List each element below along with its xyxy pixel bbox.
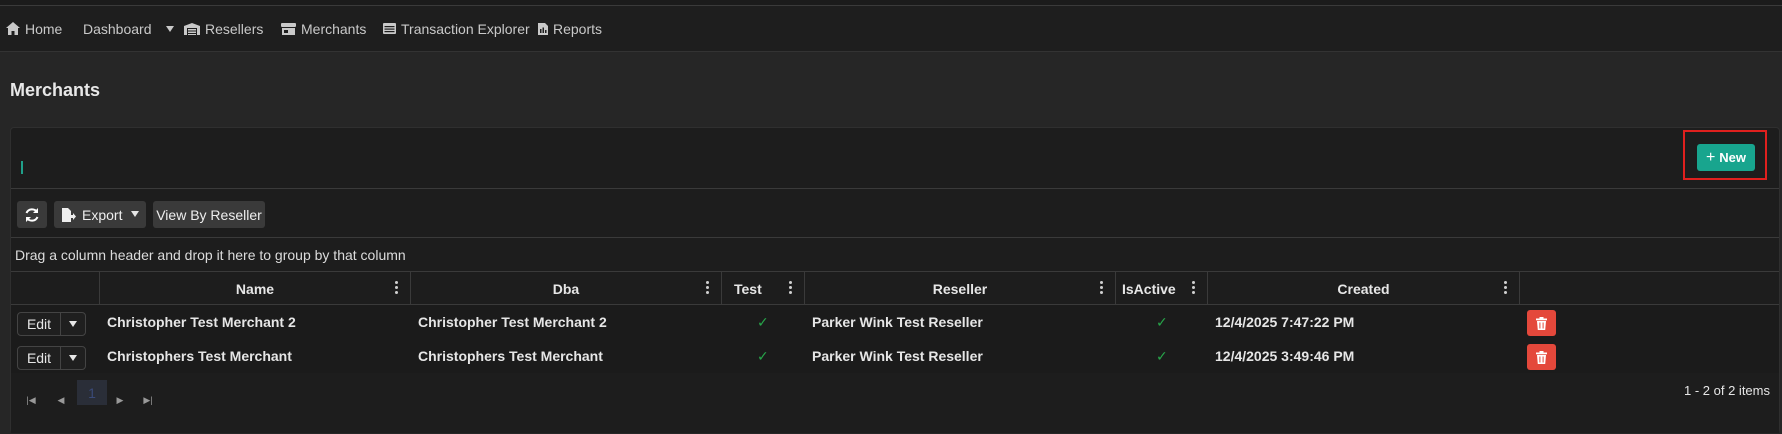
- edit-button[interactable]: Edit: [18, 313, 61, 335]
- store-icon: [281, 22, 296, 35]
- cell-name: Christophers Test Merchant: [107, 348, 292, 364]
- cell-reseller: Parker Wink Test Reseller: [812, 348, 983, 364]
- cell-created: 12/4/2025 7:47:22 PM: [1215, 314, 1355, 330]
- last-page-icon[interactable]: ▶|: [138, 390, 158, 410]
- text-cursor: [21, 161, 23, 174]
- nav-dashboard[interactable]: Dashboard: [83, 6, 174, 51]
- export-label: Export: [82, 206, 123, 223]
- chevron-down-icon[interactable]: [61, 347, 85, 369]
- column-header-dba-label: Dba: [552, 280, 580, 297]
- cell-dba: Christopher Test Merchant 2: [418, 314, 607, 330]
- column-header-actions: [1519, 272, 1779, 305]
- export-button[interactable]: Export: [54, 201, 146, 228]
- nav-reports[interactable]: Reports: [538, 6, 602, 51]
- nav-merchants-label: Merchants: [301, 20, 367, 37]
- check-icon: ✓: [1156, 313, 1168, 330]
- first-page-icon[interactable]: |◀: [21, 390, 41, 410]
- check-icon: ✓: [757, 347, 769, 364]
- column-menu-icon[interactable]: [1191, 280, 1195, 296]
- column-header-reseller-label: Reseller: [932, 280, 988, 297]
- table-row: Edit Christophers Test Merchant Christop…: [11, 339, 1779, 373]
- column-header-name-label: Name: [235, 280, 275, 297]
- new-button-label: New: [1719, 150, 1747, 165]
- column-menu-icon[interactable]: [705, 280, 709, 296]
- nav-transaction-explorer-label: Transaction Explorer: [401, 20, 530, 37]
- grid-header: Name Dba Test Reseller IsActive Created: [11, 272, 1779, 305]
- nav-transaction-explorer[interactable]: Transaction Explorer: [383, 6, 530, 51]
- column-header-test[interactable]: Test: [721, 272, 804, 305]
- column-menu-icon[interactable]: [1503, 280, 1507, 296]
- nav-reports-label: Reports: [553, 20, 603, 37]
- column-header-created[interactable]: Created: [1207, 272, 1519, 305]
- nav-merchants[interactable]: Merchants: [281, 6, 366, 51]
- column-header-name[interactable]: Name: [99, 272, 410, 305]
- chevron-down-icon[interactable]: [61, 313, 85, 335]
- home-icon: [6, 22, 20, 35]
- chevron-down-icon[interactable]: [131, 211, 139, 217]
- merchants-grid: Export View By Reseller Drag a column he…: [11, 188, 1779, 433]
- edit-button-group: Edit: [17, 312, 86, 336]
- column-header-isactive-label: IsActive: [1122, 280, 1176, 297]
- cell-reseller: Parker Wink Test Reseller: [812, 314, 983, 330]
- page-title: Merchants: [10, 80, 101, 100]
- file-export-icon: [62, 207, 76, 222]
- merchants-panel: + New Export View By Reseller Drag a col…: [10, 127, 1780, 433]
- next-page-icon[interactable]: ▶: [110, 390, 130, 410]
- top-navbar: Home Dashboard Resellers Merchants Trans…: [0, 6, 1782, 52]
- check-icon: ✓: [757, 313, 769, 330]
- column-header-test-label: Test: [734, 280, 762, 297]
- edit-button[interactable]: Edit: [18, 347, 61, 369]
- edit-button-group: Edit: [17, 346, 86, 370]
- nav-dashboard-label: Dashboard: [83, 20, 152, 37]
- page-number-current[interactable]: 1: [77, 380, 107, 405]
- column-header-reseller[interactable]: Reseller: [804, 272, 1115, 305]
- column-header-isactive[interactable]: IsActive: [1115, 272, 1207, 305]
- column-menu-icon[interactable]: [788, 280, 792, 296]
- new-merchant-button[interactable]: + New: [1697, 144, 1755, 171]
- column-header-dba[interactable]: Dba: [410, 272, 721, 305]
- cell-created: 12/4/2025 3:49:46 PM: [1215, 348, 1355, 364]
- delete-button[interactable]: [1527, 310, 1556, 336]
- grid-toolbar: Export View By Reseller: [11, 189, 1779, 238]
- nav-resellers-label: Resellers: [205, 20, 264, 37]
- nav-resellers[interactable]: Resellers: [184, 6, 263, 51]
- grid-pager: |◀ ◀ 1 ▶ ▶| 1 - 2 of 2 items: [11, 373, 1779, 433]
- nav-home[interactable]: Home: [6, 6, 62, 51]
- check-icon: ✓: [1156, 347, 1168, 364]
- table-row: Edit Christopher Test Merchant 2 Christo…: [11, 305, 1779, 339]
- trash-icon: [1536, 350, 1547, 364]
- delete-button[interactable]: [1527, 344, 1556, 370]
- warehouse-icon: [184, 22, 200, 35]
- prev-page-icon[interactable]: ◀: [51, 390, 71, 410]
- trash-icon: [1536, 316, 1547, 330]
- view-by-reseller-button[interactable]: View By Reseller: [153, 201, 265, 228]
- cell-name: Christopher Test Merchant 2: [107, 314, 296, 330]
- cell-dba: Christophers Test Merchant: [418, 348, 603, 364]
- refresh-icon: [25, 207, 39, 222]
- nav-home-label: Home: [25, 20, 63, 37]
- chevron-down-icon[interactable]: [165, 25, 174, 32]
- column-menu-icon[interactable]: [394, 280, 398, 296]
- column-header-created-label: Created: [1337, 280, 1390, 297]
- refresh-button[interactable]: [17, 201, 47, 228]
- plus-icon: +: [1705, 148, 1716, 166]
- pager-info: 1 - 2 of 2 items: [1684, 383, 1770, 398]
- column-menu-icon[interactable]: [1099, 280, 1103, 296]
- group-by-drop-zone[interactable]: Drag a column header and drop it here to…: [11, 238, 1779, 272]
- table-icon: [383, 23, 396, 34]
- report-file-icon: [538, 22, 548, 35]
